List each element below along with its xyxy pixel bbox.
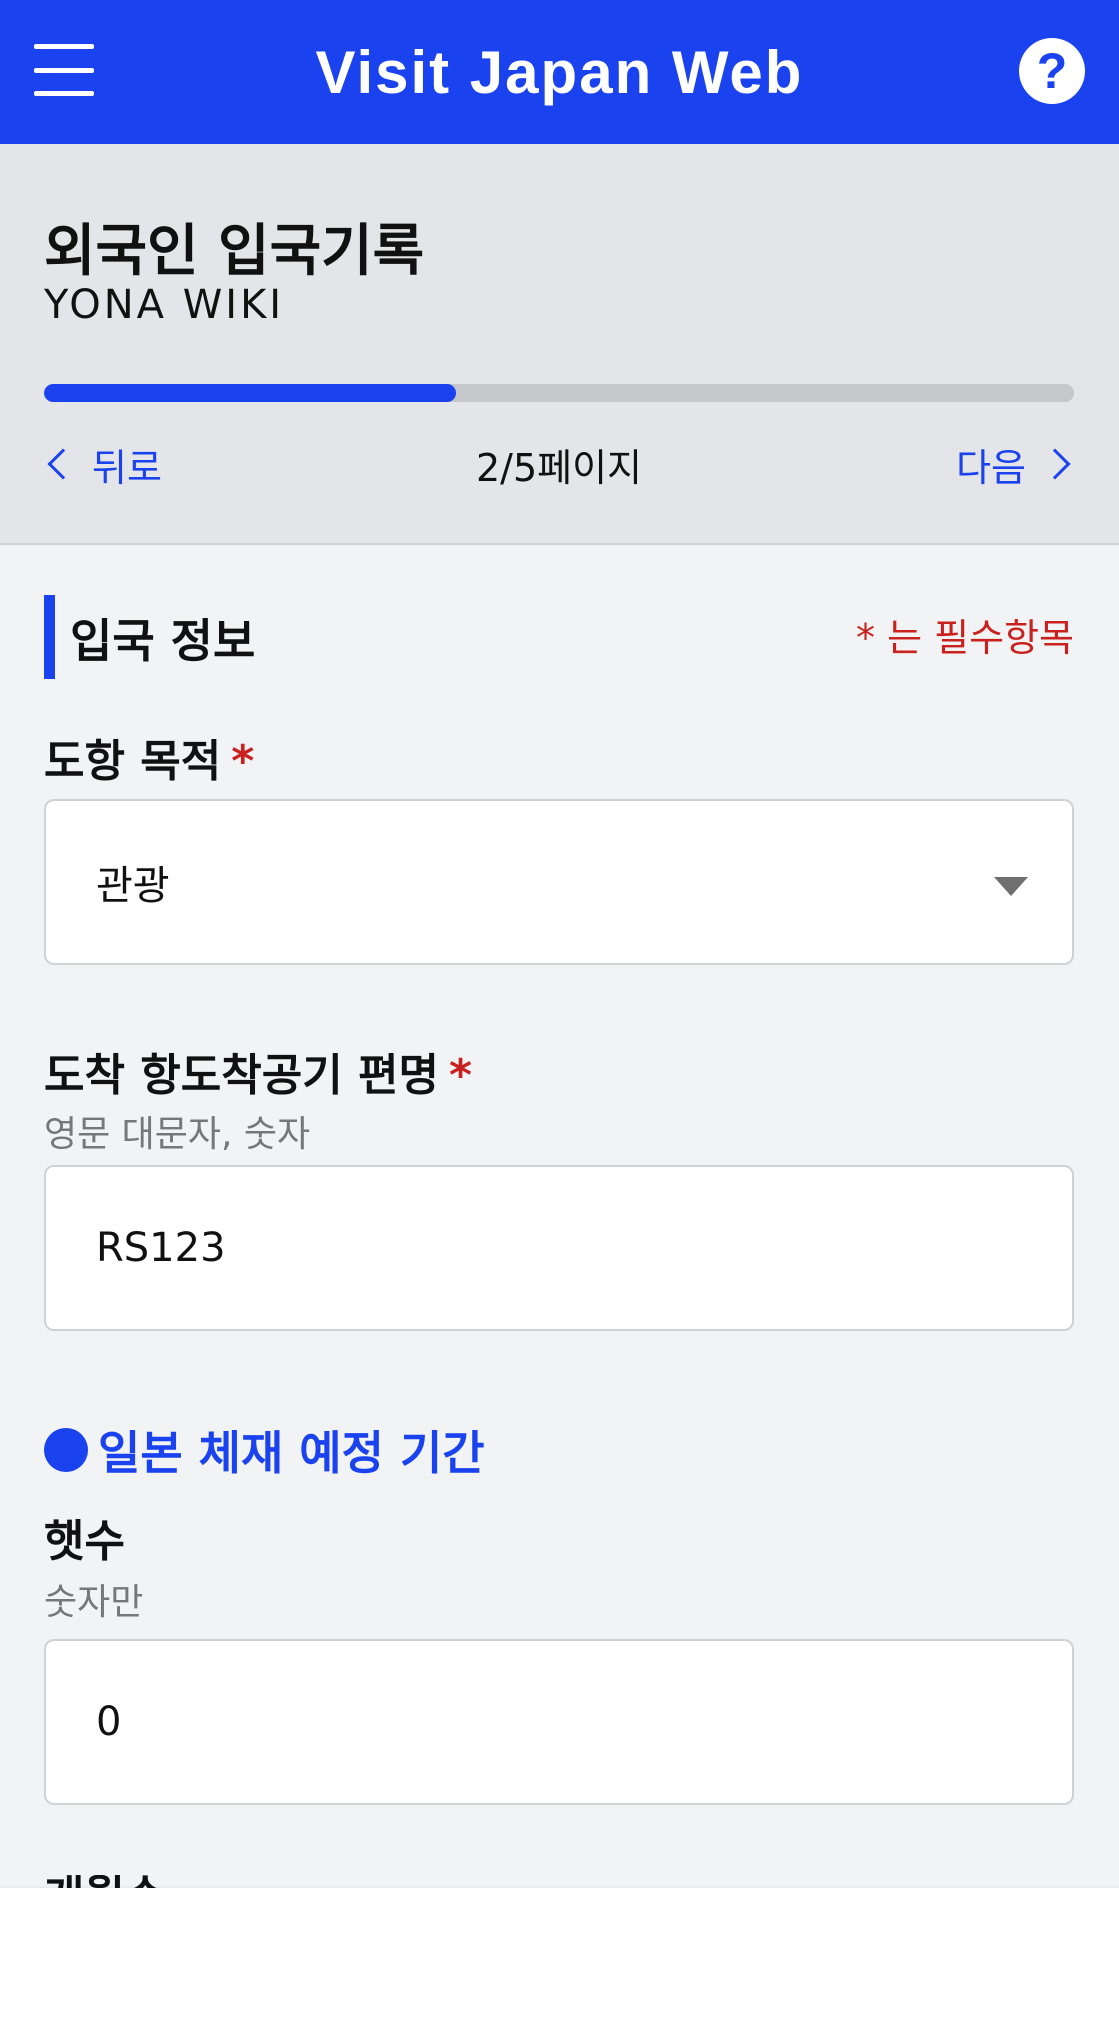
back-label: 뒤로 [92, 445, 162, 490]
back-button[interactable]: 뒤로 [44, 437, 162, 492]
menu-icon-line [34, 91, 94, 96]
purpose-label: 도항 목적 * [44, 725, 254, 789]
years-input[interactable]: 0 [44, 1639, 1074, 1805]
dot-icon [44, 1428, 88, 1472]
page-indicator: 2/5페이지 [475, 445, 643, 490]
progress-bar-fill [44, 384, 456, 402]
years-label: 햇수 [44, 1516, 125, 1567]
next-label: 다음 [956, 445, 1026, 490]
menu-icon[interactable] [34, 44, 94, 96]
progress-bar [44, 384, 1074, 402]
flight-label-text: 도착 항도착공기 편명 [44, 1050, 439, 1101]
months-label: 개월수 [44, 1875, 244, 1888]
required-star: * [231, 736, 255, 787]
flight-hint: 영문 대문자, 숫자 [44, 1114, 311, 1155]
form-title: 외국인 입국기록 [44, 219, 425, 284]
years-hint: 숫자만 [44, 1582, 144, 1623]
flight-number-input[interactable]: RS123 [44, 1165, 1074, 1331]
chevron-right-icon [1039, 448, 1071, 480]
flight-label: 도착 항도착공기 편명 * [44, 1039, 472, 1103]
purpose-select[interactable]: 관광 [44, 799, 1074, 965]
stay-period-title: 일본 체재 예정 기간 [98, 1426, 485, 1480]
flight-number-value: RS123 [96, 1225, 226, 1271]
menu-icon-line [34, 44, 94, 49]
menu-icon-line [34, 67, 94, 73]
section-accent-bar [44, 595, 55, 679]
stay-period-header: 일본 체재 예정 기간 [44, 1415, 485, 1485]
app-title: Visit Japan Web [315, 38, 804, 106]
form-header: 외국인 입국기록 YONA WIKI 뒤로 2/5페이지 다음 [0, 144, 1119, 545]
required-star: * [448, 1050, 472, 1101]
app-header: Visit Japan Web ? [0, 0, 1119, 144]
caret-down-icon [994, 877, 1028, 896]
purpose-value: 관광 [96, 863, 170, 909]
required-note: * 는 필수항목 [856, 616, 1074, 660]
section-title: 입국 정보 [70, 614, 256, 668]
section-header: 입국 정보 * 는 필수항목 [44, 595, 1074, 679]
help-icon[interactable]: ? [1019, 38, 1085, 104]
form-body: 입국 정보 * 는 필수항목 도항 목적 * 관광 도착 항도착공기 편명 * 영문… [0, 545, 1119, 1888]
purpose-label-text: 도항 목적 [44, 736, 222, 787]
bottom-bar [0, 1888, 1119, 2033]
page-navigation: 뒤로 2/5페이지 다음 [44, 434, 1074, 494]
chevron-left-icon [47, 448, 79, 480]
years-value: 0 [96, 1699, 122, 1745]
user-name: YONA WIKI [44, 282, 285, 328]
next-button[interactable]: 다음 [956, 437, 1074, 492]
